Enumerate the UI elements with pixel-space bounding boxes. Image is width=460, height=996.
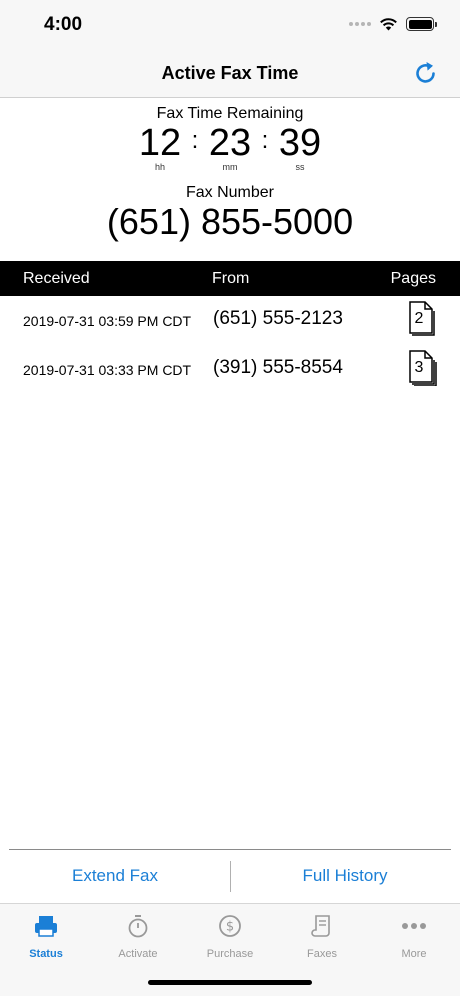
countdown-timer: 12 hh : 23 mm : 39 ss	[0, 124, 460, 172]
sender-number: (651) 555-2123	[213, 308, 343, 329]
svg-text:$: $	[226, 920, 234, 935]
received-date: 2019-07-31 03:33 PM CDT	[23, 362, 192, 378]
tab-faxes[interactable]: Faxes	[276, 914, 368, 960]
tab-label: More	[401, 948, 427, 960]
fax-number-label: Fax Number	[185, 184, 275, 201]
dollar-coin-icon: $	[219, 915, 241, 937]
seconds-unit: 39 ss	[273, 124, 327, 172]
divider	[9, 849, 451, 850]
timer-separator: :	[191, 127, 199, 154]
full-history-button[interactable]: Full History	[230, 866, 460, 886]
column-header-received: Received	[23, 270, 90, 287]
home-indicator	[148, 980, 312, 985]
received-date: 2019-07-31 03:59 PM CDT	[23, 313, 192, 329]
hours-value: 12	[138, 122, 182, 164]
tab-label: Status	[29, 948, 63, 960]
status-bar: 4:00	[0, 0, 460, 50]
table-row[interactable]: 2019-07-31 03:59 PM CDT (651) 555-2123 2	[0, 298, 460, 348]
more-dots-icon	[402, 923, 426, 929]
tab-activate[interactable]: Activate	[92, 914, 184, 960]
document-scroll-icon	[311, 915, 330, 937]
page-count: 2	[414, 310, 424, 327]
sender-number: (391) 555-8554	[213, 357, 343, 378]
battery-icon	[406, 17, 437, 31]
navigation-bar: Active Fax Time	[0, 50, 460, 98]
cellular-signal-icon	[349, 22, 371, 26]
hours-label: hh	[154, 162, 165, 172]
table-header: Received From Pages	[0, 261, 460, 296]
page-count: 3	[414, 359, 424, 376]
refresh-icon[interactable]	[412, 60, 440, 88]
tab-label: Purchase	[206, 948, 254, 960]
minutes-unit: 23 mm	[203, 124, 257, 172]
timer-label: Fax Time Remaining	[156, 105, 304, 122]
fax-machine-icon	[35, 916, 57, 937]
minutes-value: 23	[208, 122, 252, 164]
timer-separator: :	[261, 127, 269, 154]
stopwatch-icon	[128, 915, 148, 938]
minutes-label: mm	[222, 162, 238, 172]
seconds-label: ss	[295, 162, 305, 172]
fax-number-value: (651) 855-5000	[106, 201, 354, 242]
page-title: Active Fax Time	[161, 63, 299, 83]
tab-label: Activate	[118, 948, 158, 960]
tab-label: Faxes	[307, 948, 337, 960]
column-header-pages: Pages	[390, 270, 436, 287]
table-row[interactable]: 2019-07-31 03:33 PM CDT (391) 555-8554 3	[0, 347, 460, 397]
extend-fax-button[interactable]: Extend Fax	[0, 866, 230, 886]
status-indicators	[349, 17, 437, 31]
seconds-value: 39	[278, 122, 322, 164]
hours-unit: 12 hh	[133, 124, 187, 172]
status-time: 4:00	[44, 14, 83, 35]
tab-purchase[interactable]: $ Purchase	[184, 914, 276, 960]
tab-more[interactable]: More	[368, 914, 460, 960]
wifi-icon	[380, 18, 397, 31]
tab-status[interactable]: Status	[0, 914, 92, 960]
column-header-from: From	[212, 270, 250, 287]
